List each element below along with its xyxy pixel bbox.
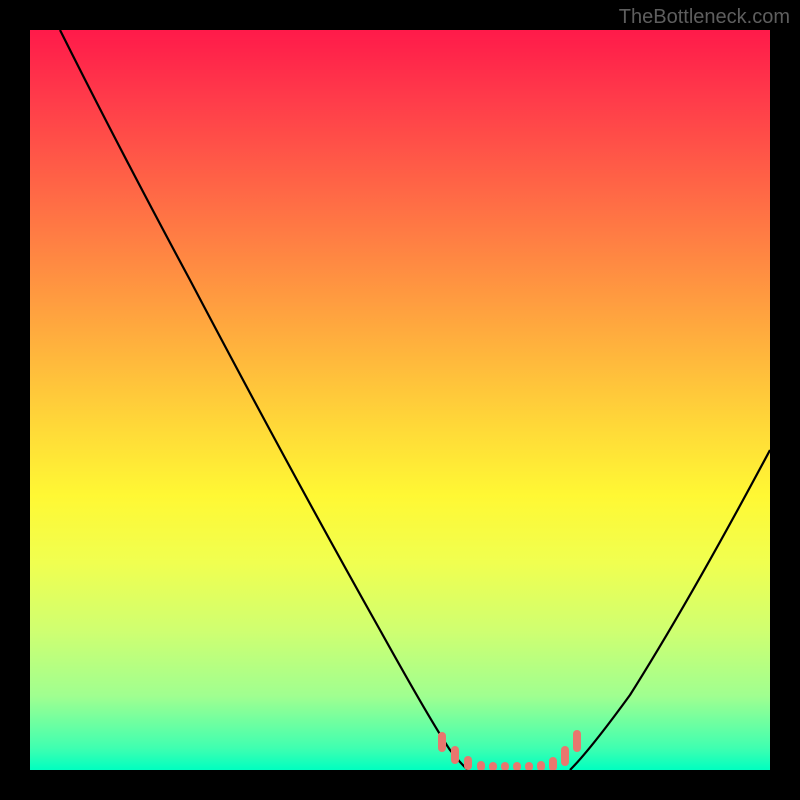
chart-svg [30,30,770,770]
watermark-text: TheBottleneck.com [619,6,790,29]
optimal-zone-markers [438,730,581,770]
bottleneck-curve-right [570,450,770,770]
bottleneck-curve-left [60,30,468,770]
plot-area [30,30,770,770]
